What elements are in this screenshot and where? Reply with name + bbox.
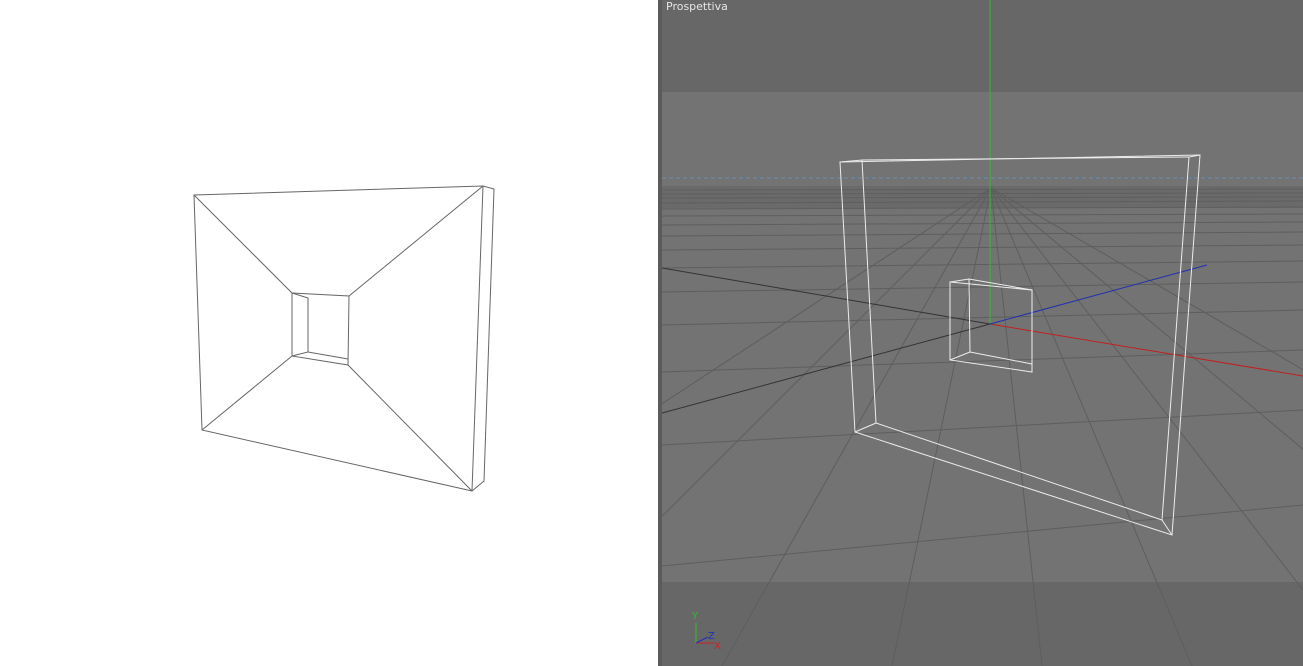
- object-preview-wireframe: [193, 185, 495, 492]
- viewport-title[interactable]: Prospettiva: [666, 0, 728, 14]
- inner-opening-depth: [291, 292, 309, 357]
- bevel-line-bl: [201, 355, 293, 431]
- inner-opening-depth-bottom: [307, 351, 349, 360]
- object-preview-pane: [0, 0, 658, 666]
- axis-indicator-x-label: X: [714, 641, 721, 652]
- bevel-line-br: [347, 364, 473, 492]
- viewport-canvas[interactable]: [662, 0, 1303, 666]
- bevel-line-tr: [348, 185, 484, 297]
- perspective-viewport[interactable]: Prospettiva Y Z X: [662, 0, 1303, 666]
- outer-frame-front: [193, 185, 484, 492]
- safe-frame-band: [662, 92, 1303, 582]
- app-window: Prospettiva Y Z X: [0, 0, 1303, 666]
- bevel-line-tl: [193, 194, 293, 294]
- axis-indicator-y-label: Y: [692, 611, 699, 622]
- outer-frame-side: [471, 185, 495, 492]
